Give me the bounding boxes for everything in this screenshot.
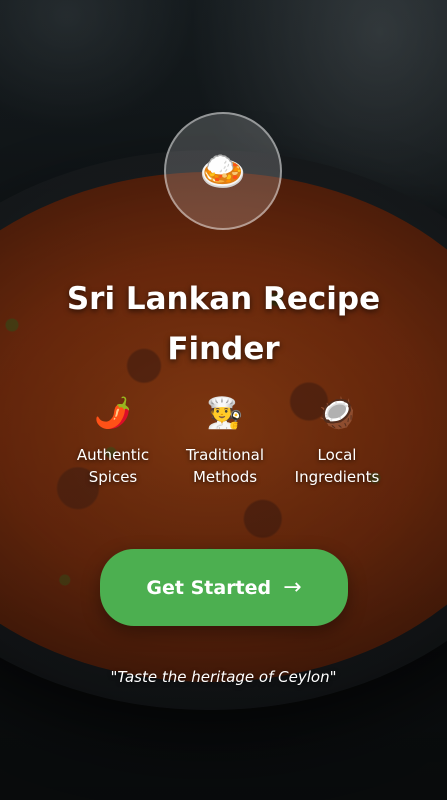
feature-list: 🌶️ Authentic Spices 🧑‍🍳 Traditional Meth… [58, 394, 392, 488]
tagline: "Taste the heritage of Ceylon" [110, 668, 337, 686]
chef-icon: 🧑‍🍳 [206, 396, 244, 431]
feature-item-spices: 🌶️ Authentic Spices [58, 394, 168, 488]
arrow-right-icon: → [283, 575, 302, 600]
feature-item-methods: 🧑‍🍳 Traditional Methods [170, 394, 280, 488]
feature-item-ingredients: 🥥 Local Ingredients [282, 394, 392, 488]
feature-label: Authentic Spices [76, 446, 150, 486]
logo-badge: 🍛 [164, 112, 282, 230]
get-started-label: Get Started [146, 576, 272, 599]
welcome-screen: 🍛 Sri Lankan Recipe Finder 🌶️ Authentic … [0, 0, 447, 800]
get-started-button[interactable]: Get Started → [100, 549, 348, 626]
app-title: Sri Lankan Recipe Finder [66, 281, 381, 367]
coconut-icon: 🥥 [318, 396, 356, 431]
curry-rice-icon: 🍛 [199, 148, 247, 193]
feature-label: Traditional Methods [185, 446, 265, 486]
feature-label: Local Ingredients [294, 446, 380, 486]
chili-pepper-icon: 🌶️ [94, 396, 132, 431]
